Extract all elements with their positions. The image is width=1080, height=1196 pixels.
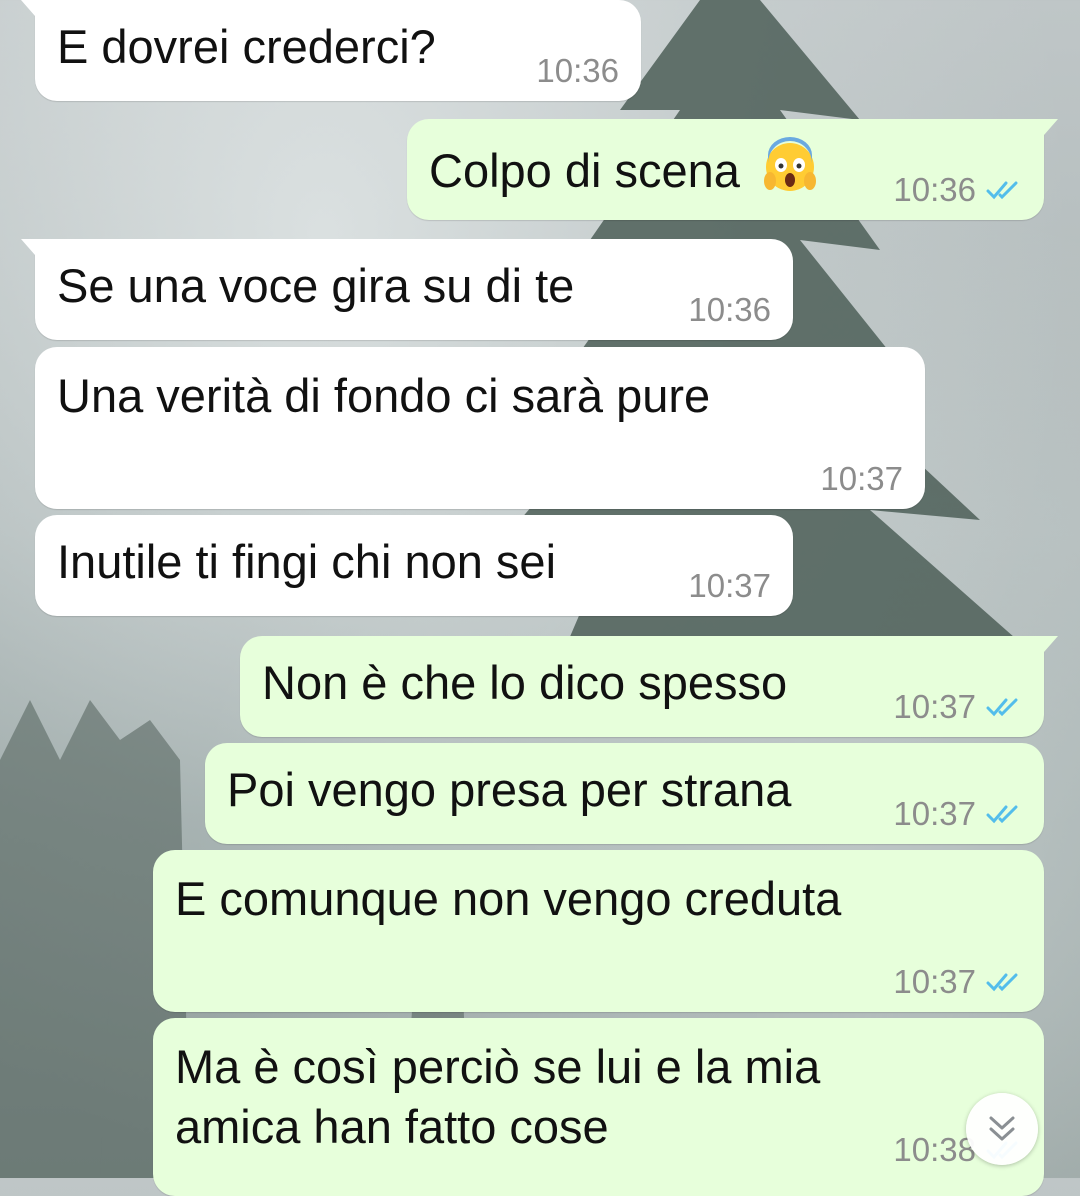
message-time: 10:38 bbox=[893, 1131, 976, 1168]
message-meta: 10:37 bbox=[893, 964, 1024, 1000]
message-meta: 10:37 bbox=[893, 796, 1024, 832]
message-text: E comunque non vengo creduta bbox=[175, 872, 842, 925]
message-text: Inutile ti fingi chi non sei bbox=[57, 535, 557, 588]
message-bubble-outgoing[interactable]: Colpo di scena 10:36 bbox=[407, 119, 1058, 220]
message-meta: 10:36 bbox=[893, 172, 1024, 208]
message-text: Colpo di scena bbox=[429, 137, 817, 200]
double-check-icon bbox=[986, 805, 1018, 824]
double-chevron-down-icon bbox=[989, 1116, 1015, 1141]
message-time: 10:37 bbox=[820, 460, 903, 497]
message-text: E dovrei crederci? bbox=[57, 20, 436, 73]
message-bubble-incoming[interactable]: Inutile ti fingi chi non sei 10:37 bbox=[35, 515, 793, 616]
message-time: 10:37 bbox=[688, 567, 771, 604]
message-text-line-1: Ma è così perciò se lui e la mia bbox=[175, 1040, 821, 1093]
message-bubble-outgoing[interactable]: Ma è così perciò se lui e la mia amica h… bbox=[153, 1018, 1044, 1196]
message-time: 10:36 bbox=[893, 171, 976, 208]
message-bubble-outgoing[interactable]: E comunque non vengo creduta 10:37 bbox=[153, 850, 1044, 1012]
message-time: 10:37 bbox=[893, 688, 976, 725]
double-check-icon bbox=[986, 698, 1018, 717]
message-text: Poi vengo presa per strana bbox=[227, 763, 792, 816]
message-time: 10:36 bbox=[688, 291, 771, 328]
message-bubble-incoming[interactable]: E dovrei crederci? 10:36 bbox=[21, 0, 641, 101]
message-bubble-incoming[interactable]: Una verità di fondo ci sarà pure 10:37 bbox=[35, 347, 925, 509]
message-time: 10:37 bbox=[893, 795, 976, 832]
scroll-to-bottom-button[interactable] bbox=[966, 1093, 1038, 1165]
double-check-icon bbox=[986, 181, 1018, 200]
message-text: Non è che lo dico spesso bbox=[262, 656, 788, 709]
face-screaming-in-fear-icon bbox=[763, 137, 816, 191]
message-time: 10:36 bbox=[536, 52, 619, 89]
message-text-line-2: amica han fatto cose bbox=[175, 1100, 609, 1153]
message-time: 10:37 bbox=[893, 963, 976, 1000]
message-meta: 10:37 bbox=[893, 689, 1024, 725]
message-text: Una verità di fondo ci sarà pure bbox=[57, 369, 711, 422]
double-check-icon bbox=[986, 973, 1018, 992]
message-bubble-incoming[interactable]: Se una voce gira su di te 10:36 bbox=[21, 239, 793, 340]
message-text: Se una voce gira su di te bbox=[57, 259, 575, 312]
message-bubble-outgoing[interactable]: Non è che lo dico spesso 10:37 bbox=[240, 636, 1058, 737]
message-bubble-outgoing[interactable]: Poi vengo presa per strana 10:37 bbox=[205, 743, 1044, 844]
